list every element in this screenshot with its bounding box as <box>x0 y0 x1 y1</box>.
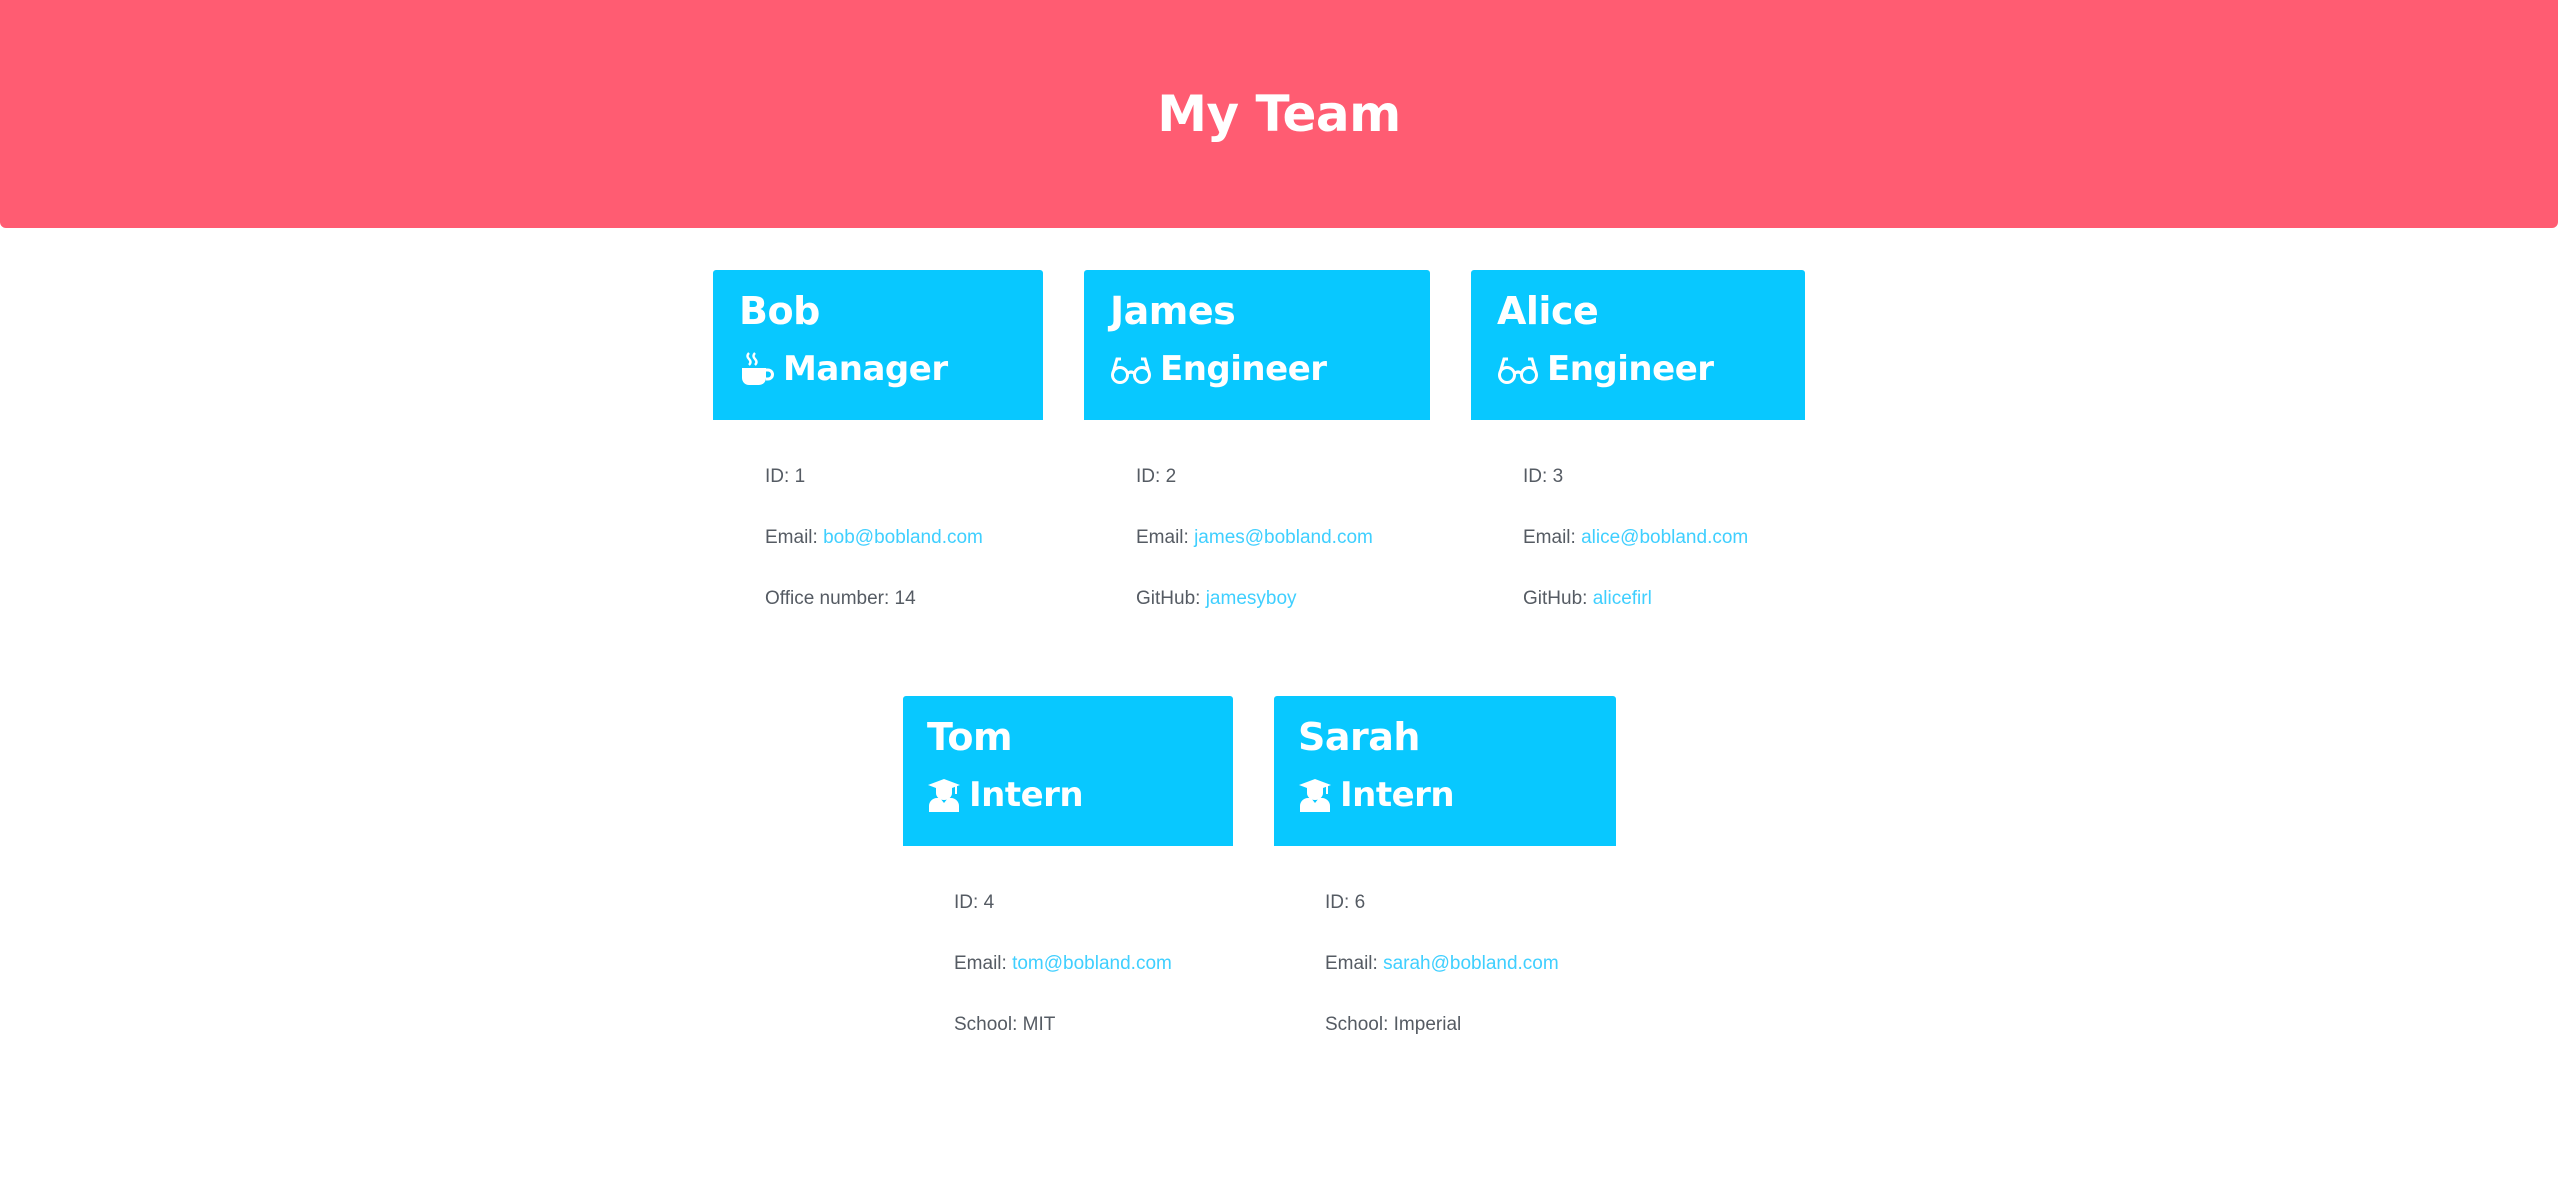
card-body: ID: 4 Email: tom@bobland.com School: MIT <box>903 846 1233 1069</box>
member-role: Engineer <box>1110 344 1430 394</box>
team-member-card: Bob Manager ID: 1 Email: bob@bobland.com… <box>713 270 1043 643</box>
member-name: Bob <box>739 289 820 333</box>
member-email: Email: alice@bobland.com <box>1523 521 1805 582</box>
member-role: Manager <box>739 344 1043 394</box>
member-school: School: MIT <box>954 1008 1233 1069</box>
school-label: School: <box>1325 1014 1389 1035</box>
member-github: GitHub: jamesyboy <box>1136 582 1430 643</box>
id-value: 4 <box>983 892 995 913</box>
id-value: 3 <box>1552 466 1564 487</box>
team-member-card: Alice Engineer ID: 3 Email: alice@boblan… <box>1471 270 1805 643</box>
card-header: Sarah Intern <box>1274 696 1616 846</box>
email-link[interactable]: james@bobland.com <box>1194 527 1373 548</box>
member-role-label: Intern <box>969 775 1084 815</box>
member-email: Email: bob@bobland.com <box>765 521 1043 582</box>
coffee-icon <box>739 351 775 387</box>
email-label: Email: <box>1325 953 1378 974</box>
team-member-card: James Engineer ID: 2 Email: james@boblan… <box>1084 270 1430 643</box>
member-id: ID: 2 <box>1136 460 1430 521</box>
id-label: ID: <box>1523 466 1548 487</box>
glasses-icon <box>1110 351 1152 387</box>
school-label: School: <box>954 1014 1018 1035</box>
glasses-icon <box>1497 351 1539 387</box>
id-value: 6 <box>1354 892 1366 913</box>
member-role-label: Engineer <box>1547 349 1714 389</box>
github-link[interactable]: jamesyboy <box>1206 588 1297 609</box>
id-label: ID: <box>954 892 979 913</box>
github-link[interactable]: alicefirl <box>1593 588 1652 609</box>
member-id: ID: 4 <box>954 886 1233 947</box>
email-label: Email: <box>1523 527 1576 548</box>
graduate-icon <box>1298 777 1332 813</box>
page-title: My Team <box>1157 85 1401 143</box>
member-role-label: Intern <box>1340 775 1455 815</box>
member-email: Email: sarah@bobland.com <box>1325 947 1616 1008</box>
email-link[interactable]: sarah@bobland.com <box>1383 953 1559 974</box>
member-role: Engineer <box>1497 344 1805 394</box>
id-value: 1 <box>794 466 806 487</box>
email-link[interactable]: tom@bobland.com <box>1012 953 1172 974</box>
card-header: Alice Engineer <box>1471 270 1805 420</box>
card-header: James Engineer <box>1084 270 1430 420</box>
card-body: ID: 6 Email: sarah@bobland.com School: I… <box>1274 846 1616 1069</box>
member-school: School: Imperial <box>1325 1008 1616 1069</box>
card-header: Tom Intern <box>903 696 1233 846</box>
card-body: ID: 2 Email: james@bobland.com GitHub: j… <box>1084 420 1430 643</box>
member-role: Intern <box>1298 770 1616 820</box>
card-header: Bob Manager <box>713 270 1043 420</box>
id-value: 2 <box>1165 466 1177 487</box>
page-header: My Team <box>0 0 2558 228</box>
member-name: James <box>1110 289 1236 333</box>
member-office: Office number: 14 <box>765 582 1043 643</box>
id-label: ID: <box>1325 892 1350 913</box>
member-id: ID: 1 <box>765 460 1043 521</box>
member-name: Alice <box>1497 289 1599 333</box>
member-role: Intern <box>927 770 1233 820</box>
team-member-card: Sarah Intern ID: 6 Email: sarah@bobland.… <box>1274 696 1616 1069</box>
member-id: ID: 6 <box>1325 886 1616 947</box>
team-member-card: Tom Intern ID: 4 Email: tom@bobland.com … <box>903 696 1233 1069</box>
graduate-icon <box>927 777 961 813</box>
id-label: ID: <box>1136 466 1161 487</box>
member-github: GitHub: alicefirl <box>1523 582 1805 643</box>
github-label: GitHub: <box>1523 588 1588 609</box>
school-value: MIT <box>1022 1014 1056 1035</box>
card-body: ID: 1 Email: bob@bobland.com Office numb… <box>713 420 1043 643</box>
id-label: ID: <box>765 466 790 487</box>
member-email: Email: james@bobland.com <box>1136 521 1430 582</box>
email-link[interactable]: bob@bobland.com <box>823 527 983 548</box>
member-role-label: Manager <box>783 349 948 389</box>
office-label: Office number: <box>765 588 890 609</box>
card-body: ID: 3 Email: alice@bobland.com GitHub: a… <box>1471 420 1805 643</box>
school-value: Imperial <box>1393 1014 1462 1035</box>
member-name: Sarah <box>1298 715 1420 759</box>
email-label: Email: <box>1136 527 1189 548</box>
email-link[interactable]: alice@bobland.com <box>1581 527 1748 548</box>
member-name: Tom <box>927 715 1013 759</box>
email-label: Email: <box>765 527 818 548</box>
email-label: Email: <box>954 953 1007 974</box>
member-email: Email: tom@bobland.com <box>954 947 1233 1008</box>
github-label: GitHub: <box>1136 588 1201 609</box>
office-value: 14 <box>894 588 916 609</box>
member-id: ID: 3 <box>1523 460 1805 521</box>
member-role-label: Engineer <box>1160 349 1327 389</box>
